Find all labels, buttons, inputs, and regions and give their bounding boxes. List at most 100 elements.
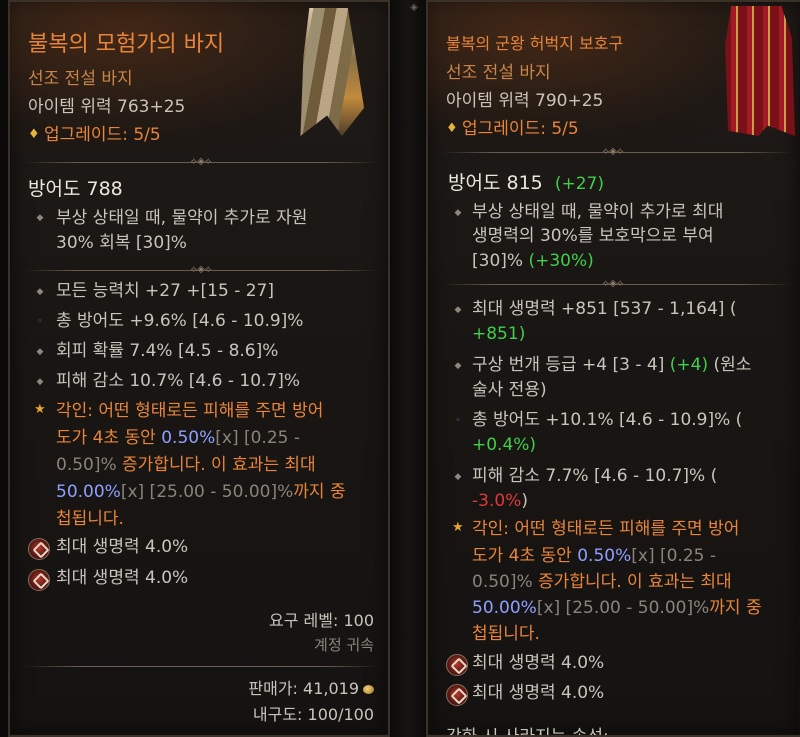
stat-damage-reduction: 피해 감소 10.7% [4.6 - 10.7]% [56, 371, 301, 391]
stat-class-restriction: 술사 전용) [472, 380, 547, 400]
aspect-range: [25.00 - 50.00]% [144, 482, 294, 502]
pants-item-icon [725, 6, 795, 136]
aspect-line-4: 50.00%[x] [25.00 - 50.00]%까지 중 [472, 597, 762, 619]
defense-diff: (+27) [554, 174, 604, 194]
implicit-line-3: [30]% (+30%) [472, 250, 594, 272]
stat-total-armor-diff: +0.4%) [472, 435, 537, 455]
aspect-value: 50.00% [472, 598, 537, 618]
stat-total-armor: 총 방어도 +10.1% [4.6 - 10.9]% ( [472, 410, 743, 430]
implicit-line-2: 30% 회복 [30]% [56, 233, 187, 253]
aspect-text: 까지 중 [293, 482, 346, 502]
bullet-icon: ◆ [454, 472, 462, 482]
durability: 내구도: 100/100 [252, 705, 374, 724]
separator-ornament-icon: ⟡◈⟡ [602, 146, 624, 157]
aspect-text: 증가합니다. 이 효과는 최대 [538, 572, 732, 592]
stat-text: ) [521, 491, 528, 511]
bullet-icon: ◆ [36, 287, 44, 297]
aspect-range: 0.50]% [472, 572, 539, 592]
stat-damage-reduction: 피해 감소 7.7% [4.6 - 10.7]% ( [472, 466, 718, 486]
aspect-x: [x] [631, 546, 655, 566]
aspect-star-icon: ★ [34, 402, 46, 417]
bullet-icon: ◆ [36, 213, 44, 223]
gem-stat: 최대 생명력 4.0% [56, 537, 189, 557]
item-power: 아이템 위력 763+25 [28, 97, 186, 117]
bullet-icon: ◆ [36, 377, 44, 387]
ruby-gem-icon [28, 538, 50, 560]
bullet-icon: ◆ [36, 347, 44, 357]
upgrade-count: 업그레이드: 5/5 [462, 119, 579, 139]
stat-total-armor: 총 방어도 +9.6% [4.6 - 10.9]% [56, 311, 304, 331]
aspect-line-2: 도가 4초 동안 0.50%[x] [0.25 - [472, 545, 716, 567]
item-name: 불복의 군왕 허벅지 보호구 [446, 34, 624, 53]
item-type: 선조 전설 바지 [28, 69, 133, 89]
stat-max-life-diff: +851) [472, 324, 526, 344]
aspect-star-icon: ★ [452, 520, 464, 535]
aspect-value: 0.50% [577, 546, 632, 566]
aspect-range: 0.50]% [56, 455, 123, 475]
aspect-value: 50.00% [56, 482, 121, 502]
tooltip-gap [390, 0, 426, 737]
aspect-line-1: 각인: 어떤 형태로든 피해를 주면 방어 [472, 518, 739, 540]
separator-ornament-icon: ⟡◈⟡ [190, 264, 212, 275]
item-type: 선조 전설 바지 [446, 63, 551, 83]
bullet-icon: ◆ [454, 305, 462, 315]
bullet-icon: ◆ [454, 208, 462, 218]
aspect-line-3: 0.50]% 증가합니다. 이 효과는 최대 [472, 571, 732, 593]
implicit-line-2: 생명력의 30%를 보호막으로 부여 [472, 226, 714, 246]
compared-item-tooltip: 불복의 군왕 허벅지 보호구 선조 전설 바지 아이템 위력 790+25 ♦ … [426, 0, 800, 737]
gem-stat: 최대 생명력 4.0% [56, 568, 189, 588]
gem-stat: 최대 생명력 4.0% [472, 653, 605, 673]
aspect-line-2: 도가 4초 동안 0.50%[x] [0.25 - [56, 427, 300, 449]
sell-price: 판매가: 41,019 [248, 678, 374, 700]
stat-diff: -3.0% [472, 491, 522, 511]
ruby-gem-icon [446, 684, 468, 706]
aspect-line-1: 각인: 어떤 형태로든 피해를 주면 방어 [56, 400, 323, 422]
stat-text: 구상 번개 등급 +4 [3 - 4] [472, 355, 670, 375]
stat-all-stats: 모든 능력치 +27 +[15 - 27] [56, 281, 275, 301]
defense-line: 방어도 815 (+27) [448, 172, 604, 195]
ruby-gem-icon [28, 569, 50, 591]
aspect-text: 증가합니다. 이 효과는 최대 [122, 455, 316, 475]
aspect-text: 어떤 형태로든 피해를 주면 방어 [98, 401, 324, 421]
lost-on-upgrade-heading: 강화 시 사라지는 속성: [446, 727, 609, 737]
separator-ornament-icon: ⟡◈⟡ [190, 156, 212, 167]
armor-ring-icon: ◦ [455, 416, 461, 426]
ruby-gem-icon [446, 654, 468, 676]
aspect-line-4: 50.00%[x] [25.00 - 50.00]%까지 중 [56, 481, 346, 503]
divider-rune-icon: ◈ [410, 2, 418, 13]
account-bound: 계정 귀속 [314, 636, 374, 654]
upgrade-count: 업그레이드: 5/5 [44, 125, 161, 145]
item-name: 불복의 모험가의 바지 [28, 32, 225, 57]
sell-price-label: 판매가: 41,019 [248, 679, 359, 698]
defense-value: 방어도 788 [28, 178, 123, 200]
aspect-text: 도가 4초 동안 [472, 546, 578, 566]
aspect-range: [25.00 - 50.00]% [560, 598, 710, 618]
stat-dodge: 회피 확률 7.4% [4.5 - 8.6]% [56, 341, 279, 361]
aspect-text: 도가 4초 동안 [56, 428, 162, 448]
aspect-x: [x] [536, 598, 561, 618]
stat-damage-reduction-diff: -3.0%) [472, 490, 528, 512]
aspect-x: [x] [120, 482, 145, 502]
item-power: 아이템 위력 790+25 [446, 91, 604, 111]
stat-max-life: 최대 생명력 +851 [537 - 1,164] ( [472, 299, 737, 319]
armor-ring-icon: ◦ [37, 317, 43, 327]
aspect-text: 까지 중 [709, 598, 762, 618]
stat-ball-lightning: 구상 번개 등급 +4 [3 - 4] (+4) (원소 [472, 354, 751, 376]
separator [24, 666, 378, 667]
stat-diff: (+4) [669, 355, 709, 375]
aspect-label: 각인: [472, 519, 515, 539]
bullet-icon: ◆ [454, 361, 462, 371]
aspect-line-5: 첩됩니다. [56, 509, 124, 529]
gold-coin-icon [363, 685, 374, 694]
upgrade-diamond-icon: ♦ [446, 121, 458, 136]
stat-text: (원소 [708, 355, 752, 375]
gem-stat: 최대 생명력 4.0% [472, 683, 605, 703]
aspect-text: 어떤 형태로든 피해를 주면 방어 [514, 519, 740, 539]
implicit-line-1: 부상 상태일 때, 물약이 추가로 자원 [56, 208, 308, 228]
aspect-range: [0.25 - [238, 428, 301, 448]
separator-ornament-icon: ⟡◈⟡ [602, 278, 624, 289]
required-level: 요구 레벨: 100 [269, 611, 374, 630]
aspect-line-5: 첩됩니다. [472, 624, 540, 644]
implicit-range: [30]% [472, 251, 529, 271]
defense-value: 방어도 815 [448, 172, 543, 194]
